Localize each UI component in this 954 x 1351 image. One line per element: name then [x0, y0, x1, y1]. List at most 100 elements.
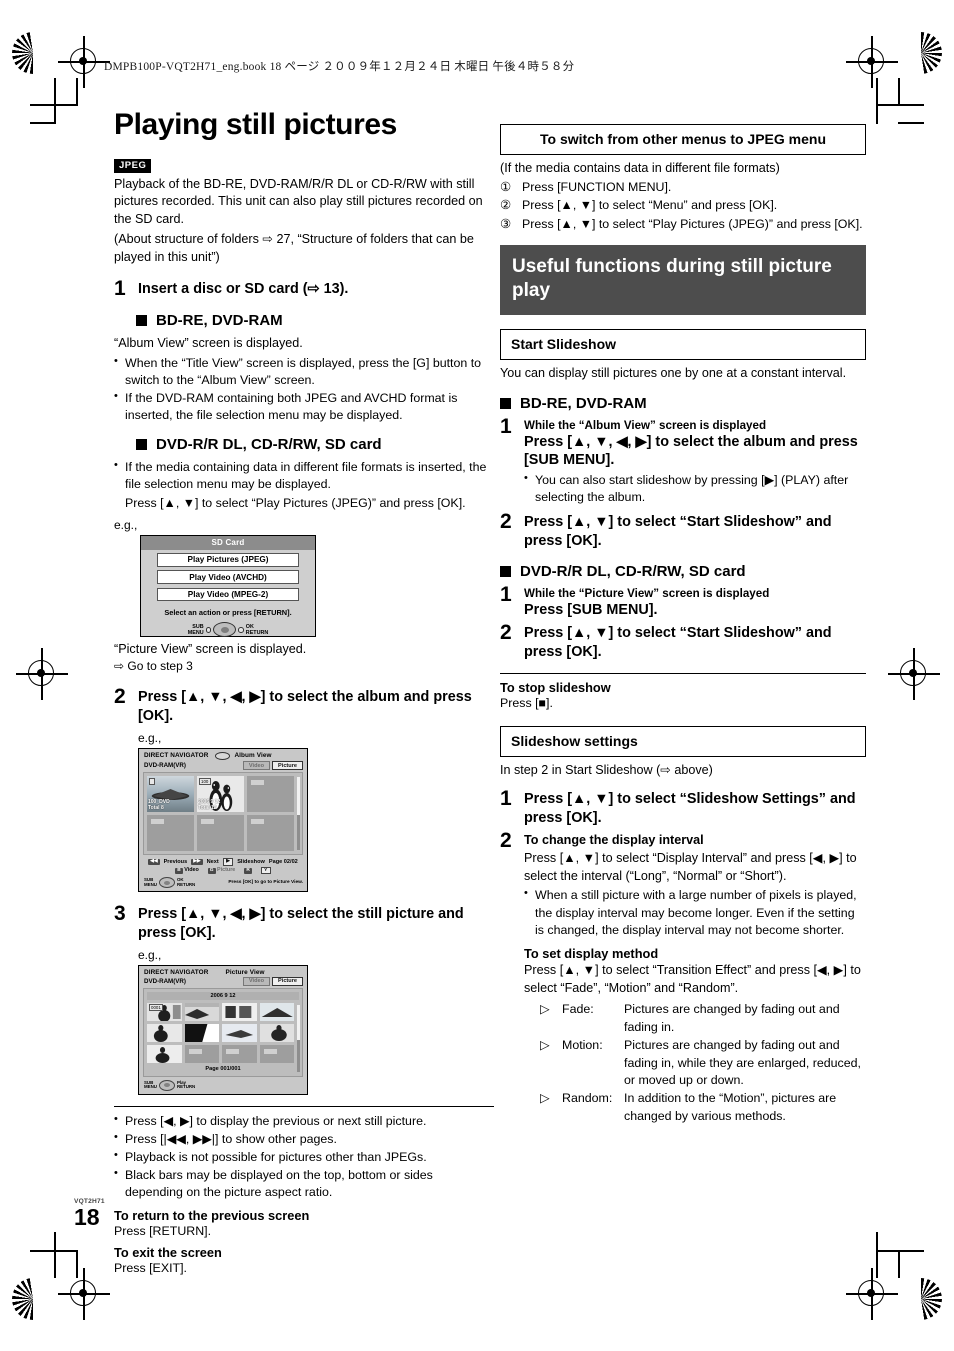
step-1-bullets-1: When the “Title View” screen is displaye… — [114, 354, 494, 424]
album-view-color-key-row: B Video G Picture R Y — [139, 866, 307, 877]
step-number: 2 — [500, 829, 512, 853]
picture-thumbnail[interactable] — [259, 1002, 294, 1021]
view-tabs: Video Picture — [242, 976, 303, 986]
picture-thumbnail[interactable] — [184, 1002, 219, 1021]
yellow-key-icon[interactable]: Y — [260, 866, 271, 875]
picture-thumbnail[interactable]: 0001 — [147, 1002, 182, 1021]
step-1-bullets-2: If the media containing data in differen… — [114, 458, 494, 493]
view-selector-icon — [215, 751, 231, 760]
tab-picture[interactable]: Picture — [272, 760, 303, 771]
picture-thumbnail-empty[interactable] — [184, 1044, 219, 1063]
album-view-navigation-bar: ◀◀ Previous ▶▶ Next ▶ Slideshow Page 02/… — [139, 855, 307, 867]
settings-step-2: 2 To change the display interval Press [… — [500, 829, 866, 1126]
album-thumbnail-grid: 100_DVD Total 8 100 2006 9 12 Total 12 — [147, 776, 294, 852]
trim-mark — [898, 1250, 900, 1278]
step-2: 2 Press [▲, ▼, ◀, ▶] to select the album… — [114, 685, 494, 725]
registration-mark-middle-left — [16, 648, 68, 700]
picture-thumbnail-empty[interactable] — [259, 1044, 294, 1063]
album-thumbnail-empty[interactable] — [197, 815, 244, 852]
transition-effect-text: Pictures are changed by fading out and f… — [624, 1038, 861, 1087]
triangle-marker-icon: ▷ — [540, 1002, 550, 1017]
album-thumbnail-empty[interactable] — [147, 815, 194, 852]
picture-thumbnail-empty[interactable] — [222, 1044, 257, 1063]
view-tabs: Video Picture — [242, 760, 303, 771]
vertical-scrollbar[interactable] — [297, 1004, 300, 1072]
color-key-picture-label: Picture — [217, 867, 236, 874]
picture-view-label: Picture View — [225, 968, 265, 976]
album-thumbnail-empty[interactable] — [247, 776, 294, 813]
section-divider — [500, 672, 866, 674]
square-bullet-icon — [136, 314, 147, 326]
picture-thumbnail[interactable] — [147, 1044, 182, 1063]
sd-option-play-video-mpeg2[interactable]: Play Video (MPEG-2) — [157, 587, 299, 602]
album-thumbnail-empty[interactable] — [247, 815, 294, 852]
step-number: 2 — [500, 510, 512, 534]
right-column: To switch from other menus to JPEG menu … — [500, 124, 866, 1126]
display-method-body: Press [▲, ▼] to select “Transition Effec… — [524, 962, 861, 995]
direct-navigator-label: DIRECT NAVIGATOR — [144, 968, 209, 976]
step-heading: Press [SUB MENU]. — [524, 601, 658, 618]
vertical-scrollbar[interactable] — [297, 777, 300, 851]
picture-thumbnail[interactable] — [147, 1023, 182, 1042]
step-number: 1 — [500, 786, 512, 810]
remote-play-return-label: Play RETURN — [176, 1079, 196, 1090]
slideshow-settings-lead: In step 2 in Start Slideshow (⇨ above) — [500, 762, 713, 777]
jpeg-format-badge: JPEG — [114, 159, 152, 173]
trim-mark — [876, 1232, 878, 1278]
sd-option-play-pictures[interactable]: Play Pictures (JPEG) — [157, 553, 299, 567]
trim-mark — [876, 1250, 924, 1252]
picture-thumbnail[interactable] — [222, 1023, 257, 1042]
registration-mark-top-right — [846, 36, 898, 88]
bullet-item: You can also start slideshow by pressing… — [524, 471, 866, 506]
album-thumbnail-caption: 100_DVD Total 8 — [148, 799, 170, 811]
picture-view-screenshot: DIRECT NAVIGATOR Picture View DVD-RAM(VR… — [138, 964, 308, 1095]
step-2-heading: Press [▲, ▼, ◀, ▶] to select the album a… — [138, 689, 472, 725]
next-key-icon[interactable]: ▶▶ — [191, 859, 203, 865]
square-bullet-icon — [136, 439, 147, 451]
page-footer: VQT2H71 18 — [74, 1198, 105, 1229]
album-view-screenshot: DIRECT NAVIGATOR Album View DVD-RAM(VR) … — [138, 747, 308, 893]
trim-mark — [898, 122, 924, 124]
step-2-number: 2 — [114, 685, 126, 709]
album-thumbnail[interactable]: 100_DVD Total 8 — [147, 776, 194, 813]
picture-view-topbar: DIRECT NAVIGATOR Picture View — [139, 966, 307, 976]
printer-corner-block-top-left — [12, 32, 33, 74]
transition-effect-text: In addition to the “Motion”, pictures ar… — [624, 1091, 837, 1123]
play-key-icon[interactable]: ▶ — [222, 858, 234, 866]
picture-thumbnail[interactable] — [222, 1002, 257, 1021]
remote-sub-menu-label: SUB MENU — [144, 876, 157, 887]
subhead-dvd-r-cd-r-sd: DVD-R/R DL, CD-R/RW, SD card — [136, 436, 494, 453]
remote-sub-menu-label: SUB MENU — [144, 1079, 157, 1090]
step-number: 1 — [500, 414, 512, 438]
dpad-icon — [158, 877, 175, 889]
step-heading: To change the display interval — [524, 833, 704, 848]
trim-mark — [876, 104, 924, 106]
bullet-item: If the media containing data in differen… — [114, 458, 494, 493]
step-body: Press [▲, ▼] to select “Display Interval… — [524, 850, 857, 883]
transition-effect-item: ▷ Random: In addition to the “Motion”, p… — [524, 1090, 866, 1125]
square-bullet-icon — [500, 397, 511, 409]
numbered-step: ③ Press [▲, ▼] to select “Play Pictures … — [500, 216, 866, 233]
red-key-icon[interactable]: R — [244, 867, 252, 874]
blue-key-icon[interactable]: B — [175, 867, 183, 874]
picture-view-footer-row: SUB MENU Play RETURN — [139, 1077, 307, 1094]
album-thumbnail[interactable]: 100 2006 9 12 Total 12 — [197, 776, 244, 813]
tab-video[interactable]: Video — [242, 760, 271, 771]
step-heading: Press [▲, ▼, ◀, ▶] to select the album a… — [524, 433, 858, 469]
picture-thumbnail[interactable] — [184, 1023, 219, 1042]
picture-thumbnail-panel: 2006 9 12 0001 Page 001/001 — [143, 987, 303, 1077]
album-view-topbar: DIRECT NAVIGATOR Album View — [139, 749, 307, 760]
thumbnail-tag: 0001 — [148, 1004, 164, 1012]
transition-effect-label: Fade: — [562, 1002, 594, 1017]
trim-mark — [898, 78, 900, 106]
button-dot-icon — [205, 627, 212, 633]
bullet-item: Black bars may be displayed on the top, … — [114, 1166, 494, 1201]
album-view-media-row: DVD-RAM(VR) Video Picture — [139, 760, 307, 772]
tab-picture[interactable]: Picture — [272, 976, 303, 986]
picture-thumbnail[interactable] — [259, 1023, 294, 1042]
previous-key-icon[interactable]: ◀◀ — [148, 859, 160, 865]
press-select-play-pictures-line: Press [▲, ▼] to select “Play Pictures (J… — [125, 496, 466, 511]
green-key-icon[interactable]: G — [207, 867, 216, 874]
sd-option-play-video-avchd[interactable]: Play Video (AVCHD) — [157, 570, 299, 585]
tab-video[interactable]: Video — [242, 976, 271, 986]
